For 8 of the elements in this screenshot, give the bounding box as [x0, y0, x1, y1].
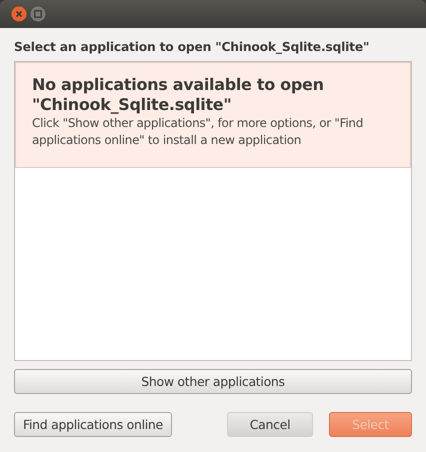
find-online-button[interactable]: Find applications online	[14, 412, 172, 437]
info-title: No applications available to open "Chinook_Sqlite.sqlite"	[32, 75, 325, 115]
dialog-heading: Select an application to open "Chinook_Sqlite.sqlite"	[14, 40, 370, 54]
maximize-icon[interactable]	[30, 6, 46, 22]
info-message: Click "Show other applications", for more options, or "Find applications online" to install a new application	[32, 115, 364, 149]
close-icon[interactable]	[11, 6, 27, 22]
cancel-button[interactable]: Cancel	[227, 412, 313, 437]
show-other-button[interactable]: Show other applications	[14, 369, 412, 394]
